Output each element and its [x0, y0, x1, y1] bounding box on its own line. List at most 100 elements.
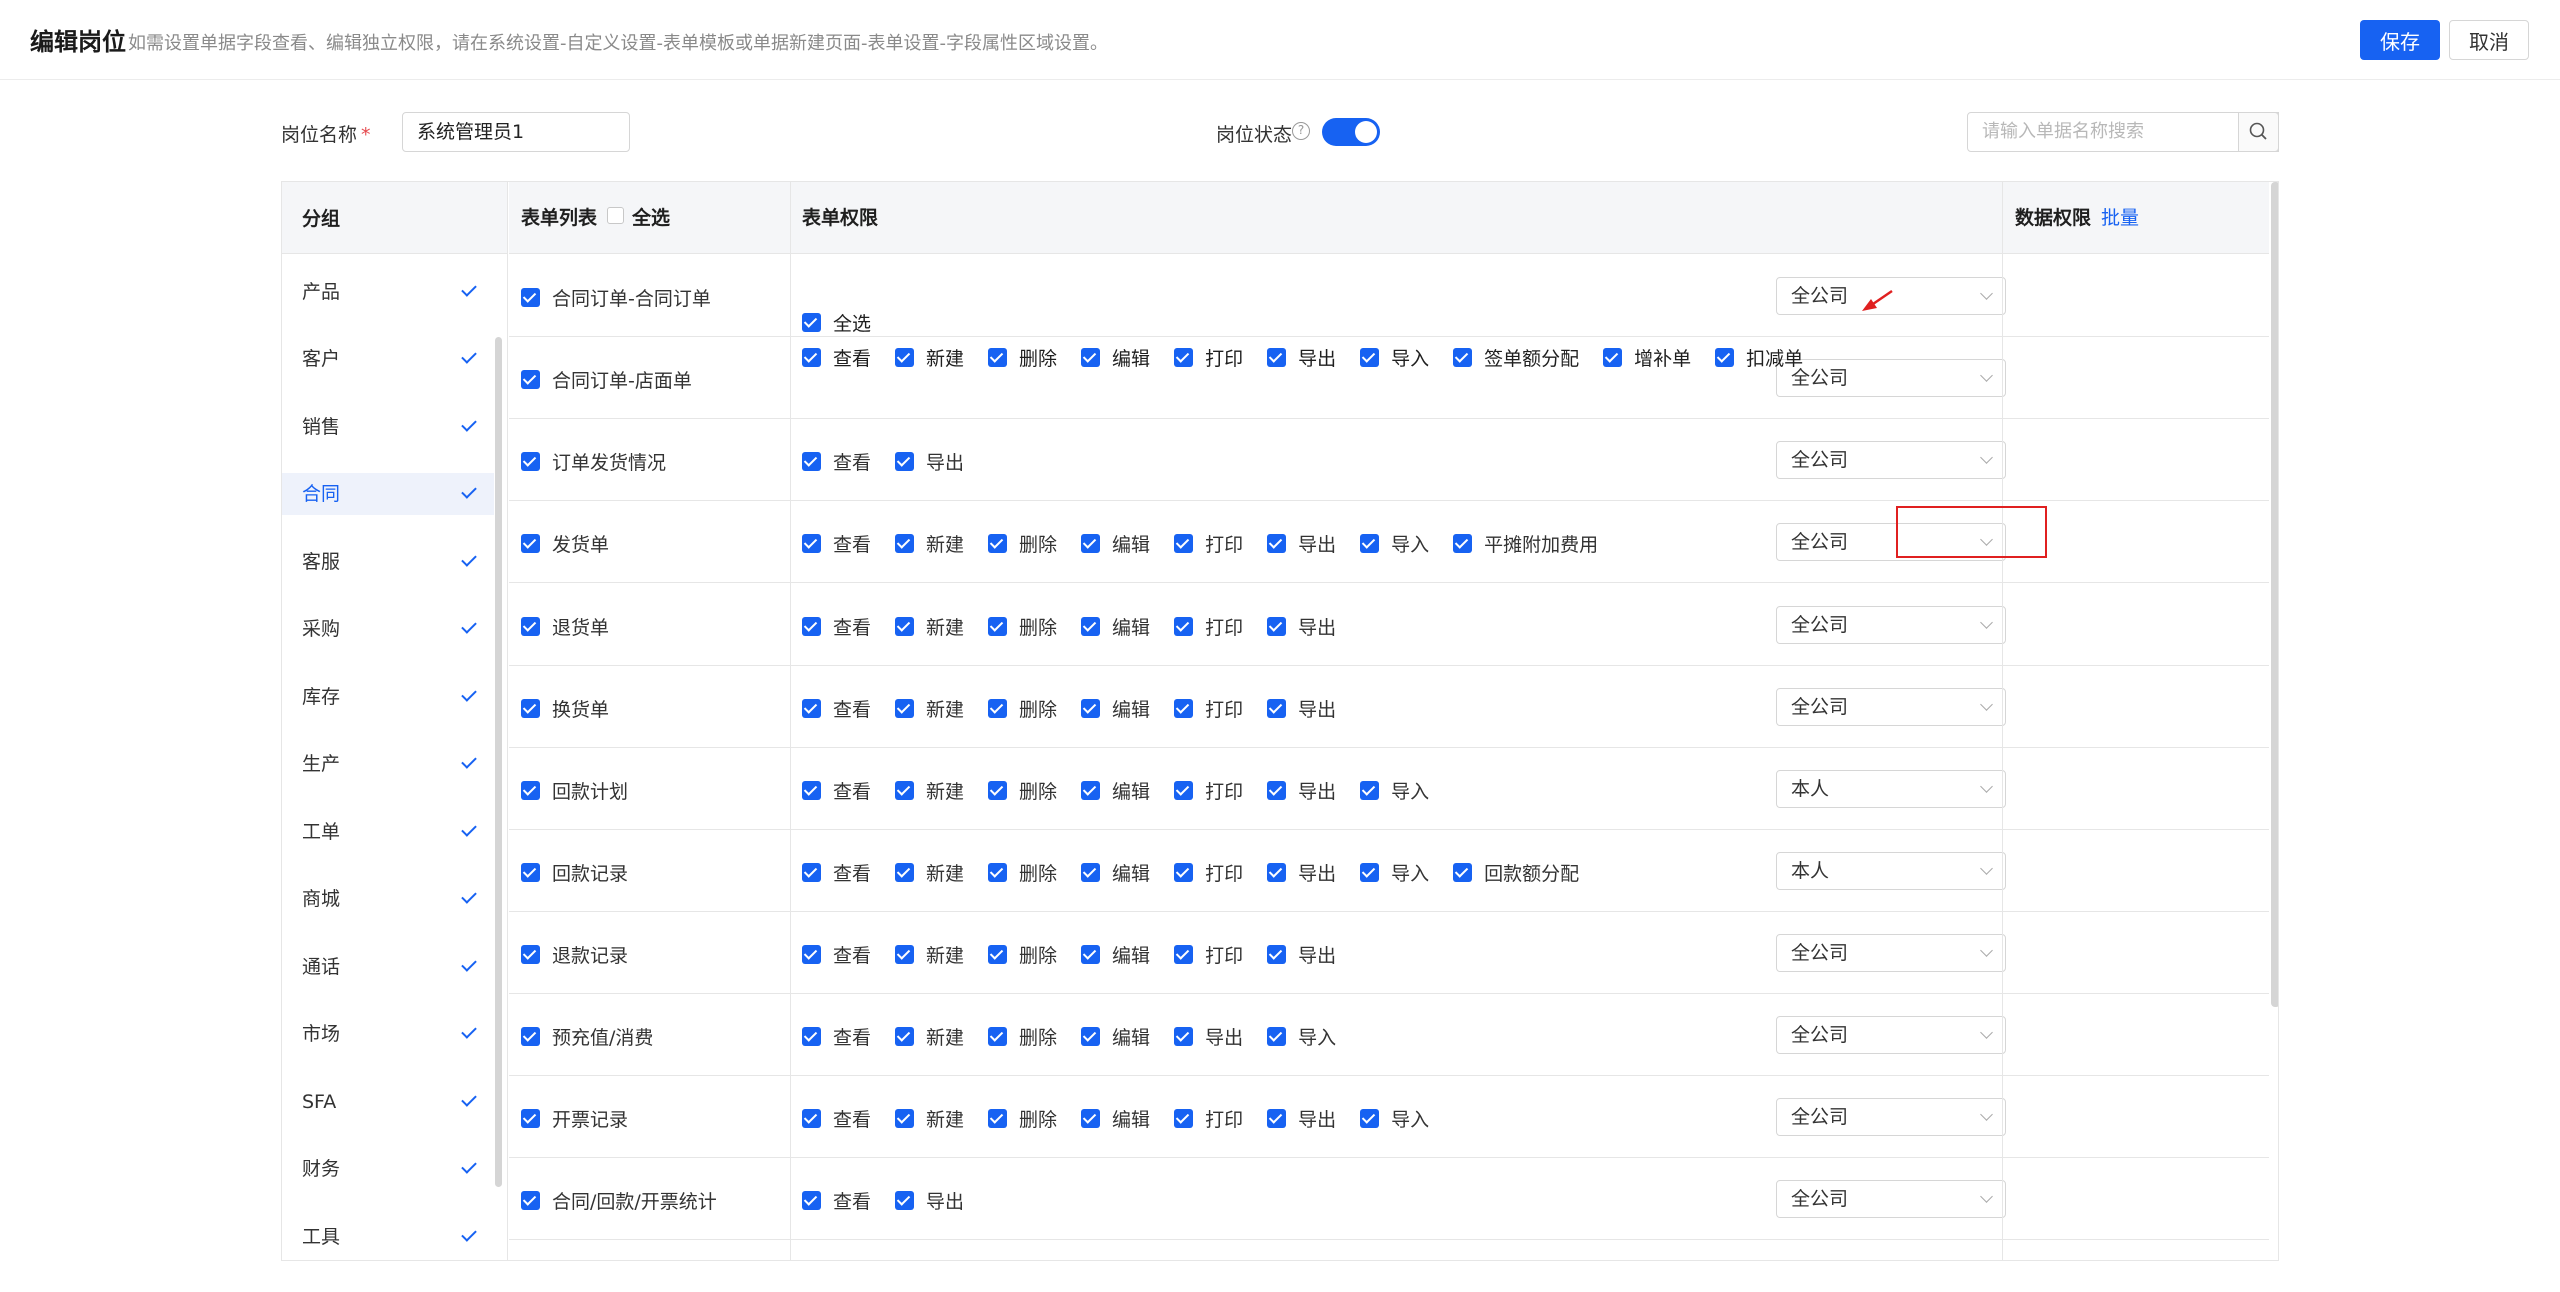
perm-option[interactable]: 导出	[895, 1187, 964, 1214]
perm-option[interactable]: 编辑	[1081, 613, 1150, 640]
form-checkbox[interactable]	[521, 945, 540, 964]
perm-checkbox[interactable]	[1174, 1027, 1194, 1046]
form-checkbox[interactable]	[521, 699, 540, 718]
perm-option[interactable]: 删除	[988, 344, 1057, 371]
perm-checkbox[interactable]	[1267, 348, 1287, 367]
sidebar-item-4[interactable]: 客服	[282, 541, 494, 583]
perm-option[interactable]: 编辑	[1081, 1105, 1150, 1132]
sidebar-item-9[interactable]: 商城	[282, 878, 494, 920]
perm-checkbox[interactable]	[1267, 863, 1287, 882]
perm-checkbox[interactable]	[1174, 699, 1194, 718]
sidebar-item-12[interactable]: SFA	[282, 1081, 494, 1123]
perm-checkbox[interactable]	[1360, 781, 1380, 800]
perm-checkbox[interactable]	[1453, 534, 1473, 553]
save-button[interactable]: 保存	[2360, 20, 2440, 60]
perm-checkbox[interactable]	[895, 616, 915, 636]
perm-option[interactable]: 编辑	[1081, 777, 1150, 804]
perm-option[interactable]: 导出	[1267, 859, 1336, 886]
perm-option[interactable]: 导入	[1360, 530, 1429, 557]
perm-option[interactable]: 导出	[1267, 530, 1336, 557]
perm-option[interactable]: 导入	[1360, 1105, 1429, 1132]
perm-checkbox[interactable]	[1453, 348, 1473, 367]
perm-option[interactable]: 查看	[802, 530, 871, 557]
sidebar-item-8[interactable]: 工单	[282, 811, 494, 853]
sidebar-scrollbar[interactable]	[495, 337, 502, 1187]
perm-option[interactable]: 删除	[988, 530, 1057, 557]
perm-checkbox[interactable]	[802, 534, 821, 553]
perm-option[interactable]: 导入	[1267, 1023, 1336, 1050]
perm-option[interactable]: 打印	[1174, 695, 1243, 722]
perm-option[interactable]: 查看	[802, 695, 871, 722]
perm-option[interactable]: 编辑	[1081, 530, 1150, 557]
perm-option[interactable]: 回款额分配	[1453, 859, 1579, 886]
perm-checkbox[interactable]	[895, 781, 915, 800]
form-checkbox[interactable]	[521, 781, 540, 800]
form-checkbox[interactable]	[521, 370, 540, 389]
perm-option[interactable]: 导出	[1267, 777, 1336, 804]
sidebar-item-7[interactable]: 生产	[282, 743, 494, 785]
perm-checkbox[interactable]	[802, 452, 821, 471]
perm-option[interactable]: 新建	[895, 941, 964, 968]
perm-option[interactable]: 删除	[988, 941, 1057, 968]
perm-option[interactable]: 查看	[802, 859, 871, 886]
perm-checkbox[interactable]	[1267, 1027, 1287, 1046]
perm-option[interactable]: 签单额分配	[1453, 344, 1579, 371]
perm-checkbox[interactable]	[802, 1191, 821, 1210]
perm-option[interactable]: 新建	[895, 1105, 964, 1132]
perm-checkbox[interactable]	[1267, 1109, 1287, 1128]
perm-option[interactable]: 查看	[802, 1187, 871, 1214]
perm-checkbox[interactable]	[1081, 616, 1101, 636]
perm-option[interactable]: 导出	[1267, 344, 1336, 371]
perm-option[interactable]: 新建	[895, 530, 964, 557]
perm-option[interactable]: 查看	[802, 1105, 871, 1132]
sidebar-item-6[interactable]: 库存	[282, 676, 494, 718]
form-checkbox[interactable]	[521, 616, 540, 636]
perm-option[interactable]: 打印	[1174, 1105, 1243, 1132]
perm-option[interactable]: 查看	[802, 344, 871, 371]
perm-option[interactable]: 新建	[895, 695, 964, 722]
perm-option[interactable]: 查看	[802, 1023, 871, 1050]
perm-option[interactable]: 新建	[895, 859, 964, 886]
perm-checkbox[interactable]	[1081, 348, 1101, 367]
sidebar-item-13[interactable]: 财务	[282, 1148, 494, 1190]
data-scope-select[interactable]: 全公司	[1776, 688, 2006, 726]
sidebar-item-3[interactable]: 合同	[282, 473, 494, 515]
perm-checkbox[interactable]	[988, 863, 1008, 882]
perm-option[interactable]: 导出	[1267, 941, 1336, 968]
sidebar-item-11[interactable]: 市场	[282, 1013, 494, 1055]
perm-option[interactable]: 编辑	[1081, 1023, 1150, 1050]
sidebar-item-2[interactable]: 销售	[282, 406, 494, 448]
perm-checkbox[interactable]	[1267, 781, 1287, 800]
table-scrollbar[interactable]	[2271, 182, 2278, 1007]
perm-checkbox[interactable]	[1174, 348, 1194, 367]
form-checkbox[interactable]	[521, 863, 540, 882]
perm-checkbox[interactable]	[895, 452, 915, 471]
sidebar-item-1[interactable]: 客户	[282, 338, 494, 380]
perm-option[interactable]: 扣减单	[1715, 344, 1803, 371]
perm-option[interactable]: 查看	[802, 448, 871, 475]
perm-checkbox[interactable]	[895, 1191, 915, 1210]
perm-checkbox[interactable]	[802, 1027, 821, 1046]
perm-option[interactable]: 增补单	[1603, 344, 1691, 371]
perm-option[interactable]: 删除	[988, 613, 1057, 640]
perm-checkbox[interactable]	[1453, 863, 1473, 882]
perm-option[interactable]: 导入	[1360, 859, 1429, 886]
data-scope-select[interactable]: 全公司	[1776, 605, 2006, 644]
perm-checkbox[interactable]	[895, 348, 915, 367]
data-scope-select[interactable]: 全公司	[1776, 1016, 2006, 1054]
perm-checkbox[interactable]	[802, 699, 821, 718]
perm-checkbox[interactable]	[1360, 1109, 1380, 1128]
perm-checkbox[interactable]	[895, 534, 915, 553]
perm-option[interactable]: 导出	[1267, 613, 1336, 640]
perm-checkbox[interactable]	[1081, 781, 1101, 800]
perm-checkbox[interactable]	[1360, 534, 1380, 553]
perm-checkbox[interactable]	[895, 863, 915, 882]
perm-option[interactable]: 删除	[988, 1105, 1057, 1132]
perm-option[interactable]: 删除	[988, 1023, 1057, 1050]
perm-checkbox[interactable]	[1360, 348, 1380, 367]
perm-option[interactable]: 导入	[1360, 777, 1429, 804]
help-icon[interactable]: ?	[1292, 122, 1310, 140]
perm-checkbox[interactable]	[988, 1109, 1008, 1128]
form-checkbox[interactable]	[521, 534, 540, 553]
data-scope-select[interactable]: 全公司	[1776, 441, 2006, 479]
